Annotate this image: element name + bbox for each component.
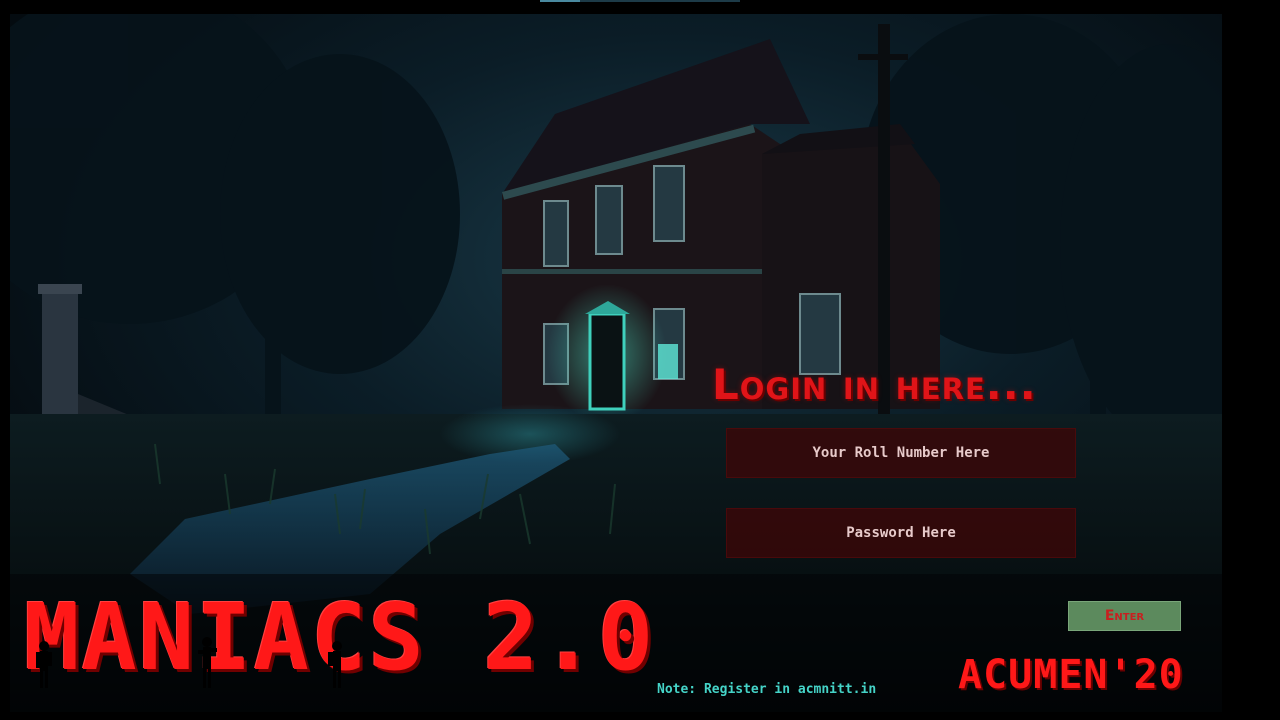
zombie-silhouette-icon xyxy=(328,641,342,688)
password-input[interactable] xyxy=(726,508,1076,558)
enter-button[interactable]: Enter xyxy=(1068,601,1181,631)
top-tab-accent xyxy=(540,0,580,2)
roll-number-input[interactable] xyxy=(726,428,1076,478)
event-name: ACUMEN'20 xyxy=(958,652,1184,698)
register-note: Note: Register in acmnitt.in xyxy=(657,682,877,697)
game-screen: Login in here... Enter MANIACS 2.0 Note:… xyxy=(0,0,1280,720)
frame-right-shade xyxy=(1222,0,1280,720)
zombie-silhouette-icon xyxy=(36,641,52,688)
zombie-silhouette-icon xyxy=(198,637,217,688)
login-title: Login in here... xyxy=(712,360,1037,409)
frame-top xyxy=(0,0,1280,14)
frame-left xyxy=(0,0,10,720)
frame-bottom xyxy=(0,712,1280,720)
